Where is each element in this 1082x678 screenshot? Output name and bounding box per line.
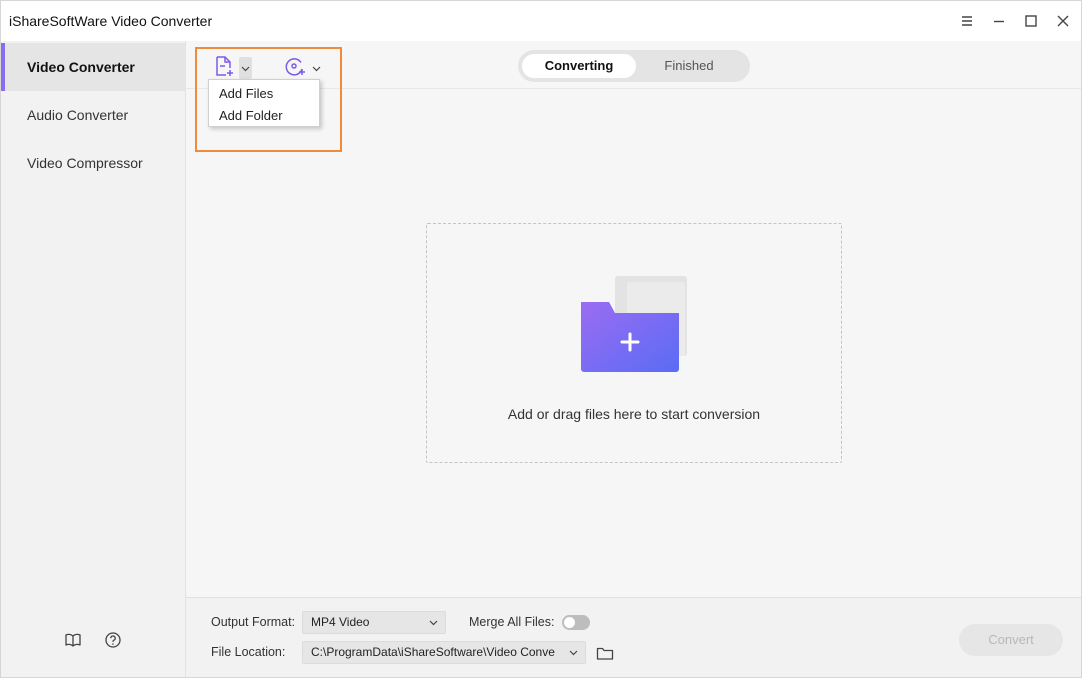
sidebar-item-label: Audio Converter (27, 107, 129, 123)
menu-item-add-files[interactable]: Add Files (209, 83, 319, 105)
output-format-value: MP4 Video (311, 615, 370, 629)
app-title: iShareSoftWare Video Converter (9, 13, 213, 29)
help-icon[interactable] (104, 631, 122, 649)
close-icon[interactable] (1053, 11, 1073, 31)
toggle-knob (564, 617, 575, 628)
add-file-icon[interactable] (213, 55, 235, 77)
open-folder-icon[interactable] (596, 645, 614, 661)
output-format-label: Output Format: (211, 615, 296, 629)
folder-add-icon (581, 276, 687, 372)
add-dvd-chevron-down-icon[interactable] (310, 57, 323, 79)
drop-zone[interactable]: Add or drag files here to start conversi… (426, 223, 842, 463)
output-format-select[interactable]: MP4 Video (302, 611, 446, 634)
toolbar: Converting Finished (186, 41, 1081, 89)
file-location-value: C:\ProgramData\iShareSoftware\Video Conv… (311, 645, 555, 659)
sidebar: Video Converter Audio Converter Video Co… (1, 41, 186, 677)
sidebar-item-label: Video Compressor (27, 155, 143, 171)
menu-item-add-folder[interactable]: Add Folder (209, 105, 319, 127)
convert-button[interactable]: Convert (959, 624, 1063, 656)
add-file-chevron-down-icon[interactable] (239, 57, 252, 79)
chevron-down-icon (429, 612, 439, 633)
app-window: iShareSoftWare Video Converter Video Con… (0, 0, 1082, 678)
add-dvd-icon[interactable] (284, 55, 306, 77)
status-tabs: Converting Finished (518, 50, 750, 82)
tab-finished[interactable]: Finished (632, 54, 746, 78)
sidebar-item-label: Video Converter (27, 59, 135, 75)
sidebar-item-audio-converter[interactable]: Audio Converter (1, 91, 185, 139)
maximize-icon[interactable] (1021, 11, 1041, 31)
file-location-select[interactable]: C:\ProgramData\iShareSoftware\Video Conv… (302, 641, 586, 664)
sidebar-item-video-compressor[interactable]: Video Compressor (1, 139, 185, 187)
file-location-label: File Location: (211, 645, 286, 659)
drop-zone-text: Add or drag files here to start conversi… (507, 406, 761, 422)
merge-all-toggle[interactable] (562, 615, 590, 630)
sidebar-item-video-converter[interactable]: Video Converter (1, 43, 185, 91)
bottom-bar: Output Format: MP4 Video Merge All Files… (186, 597, 1081, 677)
menu-icon[interactable] (957, 11, 977, 31)
main-area: Converting Finished Add Files Add Folder (186, 41, 1081, 597)
tab-converting[interactable]: Converting (522, 54, 636, 78)
minimize-icon[interactable] (989, 11, 1009, 31)
chevron-down-icon (569, 642, 579, 663)
add-files-dropdown: Add Files Add Folder (208, 79, 320, 127)
merge-all-label: Merge All Files: (469, 615, 555, 629)
book-icon[interactable] (64, 631, 82, 649)
title-bar: iShareSoftWare Video Converter (1, 1, 1081, 41)
